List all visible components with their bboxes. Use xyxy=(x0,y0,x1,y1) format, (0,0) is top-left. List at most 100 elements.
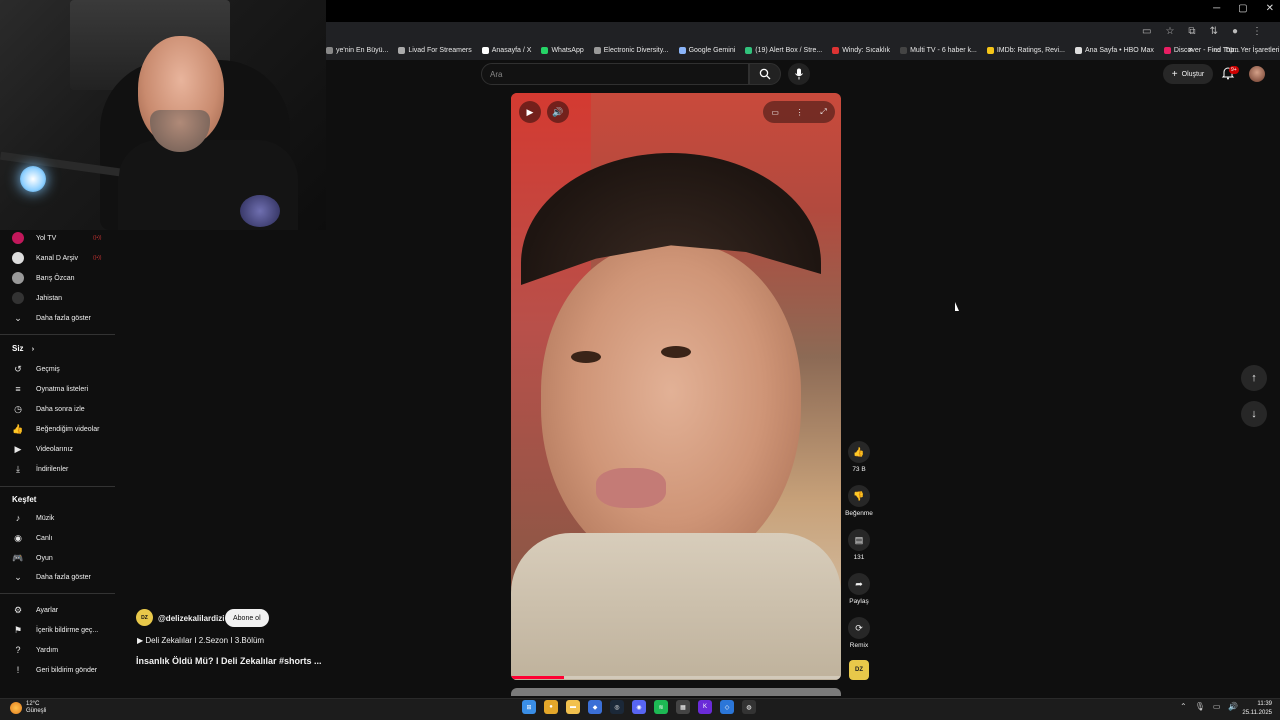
media-icon[interactable]: ⇅ xyxy=(1210,26,1218,37)
bookmark-item[interactable]: Livad For Streamers xyxy=(398,46,472,54)
sidebar-item[interactable]: ▶ Videolarınız xyxy=(12,442,73,456)
video-progress-fill xyxy=(511,676,564,679)
sidebar-item[interactable]: ≡ Oynatma listeleri xyxy=(12,382,88,396)
sidebar-item[interactable]: ⤓ İndirilenler xyxy=(12,462,68,476)
voice-search-button[interactable] xyxy=(788,63,810,85)
microphone-tray-icon[interactable]: 🎙 xyxy=(1195,702,1205,711)
app2-icon[interactable]: ◇ xyxy=(720,700,734,714)
like-button[interactable]: 👍 73 B xyxy=(843,441,875,473)
search-input[interactable]: Ara xyxy=(481,63,749,85)
bookmark-item[interactable]: Multi TV - 6 haber k... xyxy=(900,46,977,54)
menu-icon[interactable]: ⋮ xyxy=(1252,26,1262,37)
sidebar-item[interactable]: ⚙ Ayarlar xyxy=(12,603,58,617)
show-more-subscriptions[interactable]: ⌄ Daha fazla göster xyxy=(12,311,91,325)
subscription-item[interactable]: Barış Özcan xyxy=(12,271,75,285)
bookmark-item[interactable]: IMDb: Ratings, Revi... xyxy=(986,46,1065,54)
sidebar-item[interactable]: ◉ Canlı xyxy=(12,531,52,545)
play-button[interactable]: ▶ xyxy=(519,101,541,123)
all-bookmarks-button[interactable]: ▭ Tüm Yer İşaretleri xyxy=(1214,46,1279,55)
bookmark-item[interactable]: WhatsApp xyxy=(541,46,584,54)
bookmark-item[interactable]: ye'nin En Büyü... xyxy=(326,46,388,54)
discord-icon[interactable]: ◉ xyxy=(632,700,646,714)
bookmarks-bar: ye'nin En Büyü... Livad For Streamers Anas… xyxy=(326,40,1280,60)
network-icon[interactable]: ▭ xyxy=(1213,702,1221,711)
shorts-video-player[interactable]: ▶ 🔊 ▭ ⋮ ⤢ xyxy=(511,93,841,680)
sidebar-item-label: Geçmiş xyxy=(36,365,60,373)
chevron-up-icon[interactable]: ⌃ xyxy=(1180,702,1187,711)
bookmark-item[interactable]: Windy: Sıcaklık xyxy=(832,46,890,54)
folder-icon[interactable]: ▬ xyxy=(566,700,580,714)
address-bar-strip xyxy=(326,22,1280,40)
bookmark-item[interactable]: (19) Alert Box / Stre... xyxy=(745,46,822,54)
sidebar-item[interactable]: ? Yardım xyxy=(12,643,58,657)
star-icon[interactable]: ☆ xyxy=(1165,26,1174,37)
subscription-item[interactable]: Jahistan xyxy=(12,291,62,305)
video-lips xyxy=(596,468,666,508)
search-button[interactable] xyxy=(749,63,781,85)
bookmark-item[interactable]: Ana Sayfa • HBO Max xyxy=(1074,46,1154,54)
fullscreen-icon[interactable]: ⤢ xyxy=(820,107,826,117)
bookmark-favicon-icon xyxy=(593,46,601,54)
clock-date: 25.11.2025 xyxy=(1242,710,1272,716)
clock[interactable]: 11:39 25.11.2025 xyxy=(1240,700,1272,718)
chrome-icon[interactable]: ● xyxy=(544,700,558,714)
more-options-icon[interactable]: ⋮ xyxy=(796,108,804,117)
sidebar-item[interactable]: ♪ Müzik xyxy=(12,511,55,525)
arrow-down-icon: ↓ xyxy=(1251,408,1257,420)
bookmarks-more-icon[interactable]: » xyxy=(1188,44,1193,54)
video-title[interactable]: İnsanlık Öldü Mü? I Deli Zekalılar #shor… xyxy=(136,656,322,666)
minimize-button[interactable]: ─ xyxy=(1213,3,1220,14)
subscription-item[interactable]: Kanal D Arşiv xyxy=(12,251,78,265)
video-top-controls: ▭ ⋮ ⤢ xyxy=(763,101,835,123)
live-indicator-icon: ((•)) xyxy=(93,255,102,261)
subscription-item[interactable]: Yol TV xyxy=(12,231,56,245)
close-button[interactable]: ✕ xyxy=(1266,3,1274,14)
playlist-link[interactable]: ▶ Deli Zekalılar I 2.Sezon I 3.Bölüm xyxy=(137,636,264,645)
windows-icon[interactable]: ⊞ xyxy=(522,700,536,714)
weather-widget[interactable]: 12°C Güneşli xyxy=(10,701,46,715)
channel-handle[interactable]: @delizekalilardizi xyxy=(158,614,225,623)
calculator-icon[interactable]: ▦ xyxy=(676,700,690,714)
bookmarks-list: ye'nin En Büyü... Livad For Streamers Anas… xyxy=(326,46,1250,54)
kick-icon[interactable]: K xyxy=(698,700,712,714)
bookmark-item[interactable]: Google Gemini xyxy=(678,46,735,54)
channel-avatar[interactable]: DZ xyxy=(136,609,153,626)
sidebar-item[interactable]: ! Geri bildirim gönder xyxy=(12,663,97,677)
maximize-button[interactable]: ▢ xyxy=(1238,3,1247,14)
share-icon: ➦ xyxy=(848,573,870,595)
live-indicator-icon: ((•)) xyxy=(93,235,102,241)
you-section-header[interactable]: Siz › xyxy=(12,344,34,353)
profile-icon[interactable]: ● xyxy=(1232,26,1238,37)
extensions-icon[interactable]: ⧉ xyxy=(1188,26,1195,37)
subscribe-button[interactable]: Abone ol xyxy=(225,609,269,627)
channel-avatar-icon xyxy=(12,232,24,244)
steam-icon[interactable]: ◎ xyxy=(610,700,624,714)
speaker-icon[interactable]: 🔊 xyxy=(1228,702,1238,711)
show-more-explore[interactable]: ⌄ Daha fazla göster xyxy=(12,570,91,584)
app-icon[interactable]: ◆ xyxy=(588,700,602,714)
spotify-icon[interactable]: ≋ xyxy=(654,700,668,714)
sidebar-item[interactable]: ↺ Geçmiş xyxy=(12,362,60,376)
avatar[interactable] xyxy=(1249,66,1265,82)
volume-button[interactable]: 🔊 xyxy=(547,101,569,123)
remix-button[interactable]: ⟳ Remix xyxy=(843,617,875,649)
create-button[interactable]: + Oluştur xyxy=(1163,64,1213,84)
bookmark-item[interactable]: Electronic Diversity... xyxy=(593,46,669,54)
channel-thumbnail[interactable]: DZ xyxy=(849,660,869,680)
sidebar-item[interactable]: ◷ Daha sonra izle xyxy=(12,402,85,416)
sidebar-item[interactable]: ⚑ İçerik bildirme geç... xyxy=(12,623,98,637)
sidebar-item[interactable]: 🎮 Oyun xyxy=(12,551,52,565)
comments-button[interactable]: ▤ 131 xyxy=(843,529,875,561)
cast-icon[interactable]: ▭ xyxy=(1142,26,1151,37)
thumbs-down-icon: 👎 xyxy=(848,485,870,507)
sidebar-item[interactable]: 👍 Beğendiğim videolar xyxy=(12,422,99,436)
previous-short-button[interactable]: ↑ xyxy=(1241,365,1267,391)
dislike-button[interactable]: 👎 Beğenme xyxy=(843,485,875,517)
share-button[interactable]: ➦ Paylaş xyxy=(843,573,875,605)
bookmark-favicon-icon xyxy=(326,46,333,54)
bookmark-item[interactable]: Anasayfa / X xyxy=(481,46,531,54)
next-short-preview[interactable] xyxy=(511,688,841,696)
captions-icon[interactable]: ▭ xyxy=(771,108,779,117)
next-short-button[interactable]: ↓ xyxy=(1241,401,1267,427)
obs-icon[interactable]: ◍ xyxy=(742,700,756,714)
